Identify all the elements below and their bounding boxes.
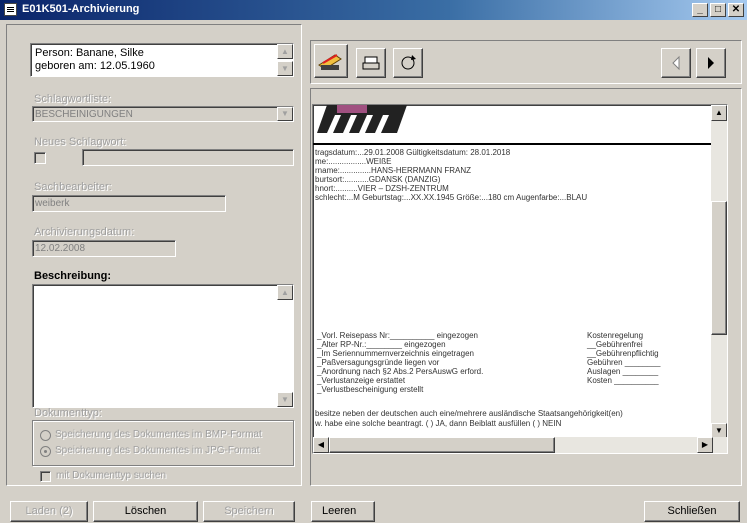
scroll-right-button[interactable]: ▶ bbox=[697, 437, 713, 453]
beschreibung-textarea[interactable]: ▲ ▼ bbox=[32, 284, 294, 408]
beschreibung-label: Beschreibung: bbox=[34, 270, 112, 282]
radio-bmp-label: Speicherung des Dokumentes im BMP-Format bbox=[55, 429, 262, 440]
dokumenttyp-label: Dokumenttyp: bbox=[34, 407, 102, 419]
radio-jpg-label: Speicherung des Dokumentes im JPG-Format bbox=[55, 445, 260, 456]
window-title: E01K501-Archivierung bbox=[22, 3, 140, 15]
mit-dokumenttyp-checkbox[interactable] bbox=[40, 471, 51, 482]
neues-schlagwort-label: Neues Schlagwort: bbox=[34, 136, 127, 148]
schlagwortliste-select[interactable]: BESCHEINIGUNGEN ▼ bbox=[32, 106, 294, 122]
document-left-block: _Vorl. Reisepass Nr:__________ eingezoge… bbox=[317, 331, 567, 401]
prev-page-button[interactable] bbox=[661, 48, 691, 78]
document-top-block: tragsdatum:...29.01.2008 Gültigkeitsdatu… bbox=[315, 148, 725, 218]
scroll-down-button[interactable]: ▼ bbox=[277, 61, 293, 76]
doc-line: burtsort:...........GDANSK (DANZIG) bbox=[315, 175, 441, 184]
rotate-icon bbox=[401, 55, 416, 70]
arrow-right-icon bbox=[708, 57, 714, 69]
schliessen-button[interactable]: Schließen bbox=[644, 501, 740, 522]
scroll-thumb[interactable] bbox=[329, 437, 555, 453]
archivierungsdatum-field[interactable]: 12.02.2008 bbox=[32, 240, 176, 257]
doc-line: _Anordnung nach §2 Abs.2 PersAuswG erfor… bbox=[317, 367, 484, 376]
leeren-button[interactable]: Leeren bbox=[311, 501, 375, 522]
doc-line: Gebühren ________ bbox=[587, 358, 661, 367]
title-bar: E01K501-Archivierung _ □ ✕ bbox=[0, 0, 747, 20]
scroll-up-button[interactable]: ▲ bbox=[277, 285, 293, 300]
mit-dokumenttyp-label: mit Dokumenttyp suchen bbox=[56, 470, 167, 481]
app-icon bbox=[4, 3, 17, 16]
doc-line: _Verlustanzeige erstattet bbox=[317, 376, 406, 385]
document-header-image bbox=[317, 105, 407, 133]
radio-dot-icon bbox=[44, 450, 47, 453]
schlagwortliste-label: Schlagwortliste: bbox=[34, 93, 112, 105]
loeschen-button[interactable]: Löschen bbox=[93, 501, 198, 522]
document-right-block: Kostenregelung __Gebührenfrei __Gebühren… bbox=[587, 331, 707, 391]
doc-line: rname:..............HANS-HERRMANN FRANZ bbox=[315, 166, 472, 175]
speichern-button[interactable]: Speichern bbox=[203, 501, 295, 522]
neues-schlagwort-input[interactable] bbox=[82, 149, 294, 166]
document-rule bbox=[313, 143, 727, 145]
print-button[interactable] bbox=[356, 48, 386, 78]
doc-line: hnort:..........VIER – DZSH-ZENTRUM bbox=[315, 184, 449, 193]
archivierungsdatum-label: Archivierungsdatum: bbox=[34, 226, 135, 238]
doc-line: besitze neben der deutschen auch eine/me… bbox=[315, 409, 623, 418]
minimize-button[interactable]: _ bbox=[692, 3, 708, 17]
document-bottom-block: besitze neben der deutschen auch eine/me… bbox=[315, 409, 711, 431]
doc-line: schlecht:...M Geburtstag:...XX.XX.1945 G… bbox=[315, 193, 588, 202]
chevron-down-icon[interactable]: ▼ bbox=[277, 107, 293, 121]
scanner-button[interactable] bbox=[314, 44, 348, 78]
doc-line: me:.................WEIßE bbox=[315, 157, 392, 166]
doc-line: __Gebührenpflichtig bbox=[587, 349, 659, 358]
person-birthdate: geboren am: 12.05.1960 bbox=[35, 60, 155, 72]
schlagwortliste-value: BESCHEINIGUNGEN bbox=[35, 109, 133, 120]
doc-line: _Alter RP-Nr.:________ eingezogen bbox=[317, 340, 446, 349]
rotate-button[interactable] bbox=[393, 48, 423, 78]
neues-schlagwort-checkbox[interactable] bbox=[34, 152, 46, 164]
person-name: Person: Banane, Silke bbox=[35, 47, 144, 59]
sachbearbeiter-label: Sachbearbeiter: bbox=[34, 181, 112, 193]
doc-line: __Gebührenfrei bbox=[587, 340, 643, 349]
doc-line: w. habe eine solche beantragt. ( ) JA, d… bbox=[315, 419, 562, 428]
radio-jpg[interactable] bbox=[40, 446, 51, 457]
doc-line: _Im Seriennummernverzeichnis eingetragen bbox=[317, 349, 474, 358]
arrow-left-icon bbox=[672, 55, 680, 71]
scroll-up-button[interactable]: ▲ bbox=[711, 105, 727, 121]
document-viewer[interactable]: tragsdatum:...29.01.2008 Gültigkeitsdatu… bbox=[312, 104, 728, 454]
radio-bmp[interactable] bbox=[40, 430, 51, 441]
laden-button[interactable]: Laden (2) bbox=[10, 501, 88, 522]
doc-line: tragsdatum:...29.01.2008 Gültigkeitsdatu… bbox=[315, 148, 511, 157]
scroll-left-button[interactable]: ◀ bbox=[313, 437, 329, 453]
doc-line: _Verlustbescheinigung erstellt bbox=[317, 385, 424, 394]
horizontal-scrollbar[interactable]: ◀ ▶ bbox=[313, 437, 727, 453]
doc-line: Kostenregelung bbox=[587, 331, 644, 340]
close-button[interactable]: ✕ bbox=[728, 3, 744, 17]
scanner-icon bbox=[318, 54, 342, 70]
vertical-scrollbar[interactable]: ▲ ▼ bbox=[711, 105, 727, 439]
maximize-button[interactable]: □ bbox=[710, 3, 726, 17]
scroll-thumb[interactable] bbox=[711, 201, 727, 335]
next-page-button[interactable] bbox=[696, 48, 726, 78]
dokumenttyp-group bbox=[32, 420, 294, 466]
sachbearbeiter-field[interactable]: weiberk bbox=[32, 195, 226, 212]
doc-line: Auslagen ________ bbox=[587, 367, 659, 376]
scroll-up-button[interactable]: ▲ bbox=[277, 44, 293, 59]
printer-icon bbox=[362, 56, 380, 70]
scroll-down-button[interactable]: ▼ bbox=[277, 392, 293, 407]
doc-line: _Paßversagungsgründe liegen vor bbox=[317, 358, 440, 367]
person-info-box: Person: Banane, Silke geboren am: 12.05.… bbox=[30, 43, 294, 77]
doc-line: Kosten __________ bbox=[587, 376, 659, 385]
doc-line: _Vorl. Reisepass Nr:__________ eingezoge… bbox=[317, 331, 479, 340]
